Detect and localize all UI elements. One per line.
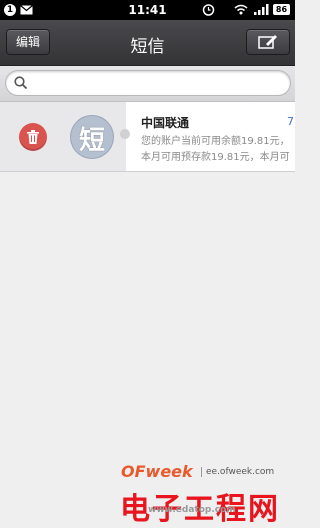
watermark-url: ee.ofweek.com (201, 467, 274, 477)
clock: 11:41 (128, 3, 167, 17)
avatar-glyph: 短 (78, 126, 105, 156)
search-bar (0, 66, 295, 102)
status-bar: 1 11:41 86 (0, 0, 295, 20)
message-preview-line2: 本月可用预存款19.81元，本月可 (141, 152, 290, 163)
wifi-icon (234, 4, 248, 15)
watermark-logo: OFweek ee.ofweek.com (121, 462, 295, 484)
trash-icon (27, 130, 39, 144)
sender-name: 中国联通 (141, 116, 190, 130)
avatar: 短 (71, 116, 113, 158)
search-input[interactable] (5, 70, 291, 96)
compose-icon (258, 35, 277, 49)
signal-icon (254, 4, 269, 15)
watermark-site: www.edatop.com (148, 505, 236, 515)
delete-button[interactable] (19, 123, 47, 151)
title-bar: 编辑 短信 (0, 20, 295, 66)
battery-indicator: 86 (273, 4, 290, 15)
search-icon (14, 76, 28, 90)
selection-dot[interactable] (120, 129, 130, 139)
alarm-icon (202, 4, 215, 16)
message-date: 7 (287, 115, 294, 128)
watermark-brand: OFweek (121, 462, 193, 481)
message-preview-line1: 您的账户当前可用余额19.81元， (141, 136, 290, 147)
compose-button[interactable] (246, 29, 290, 55)
